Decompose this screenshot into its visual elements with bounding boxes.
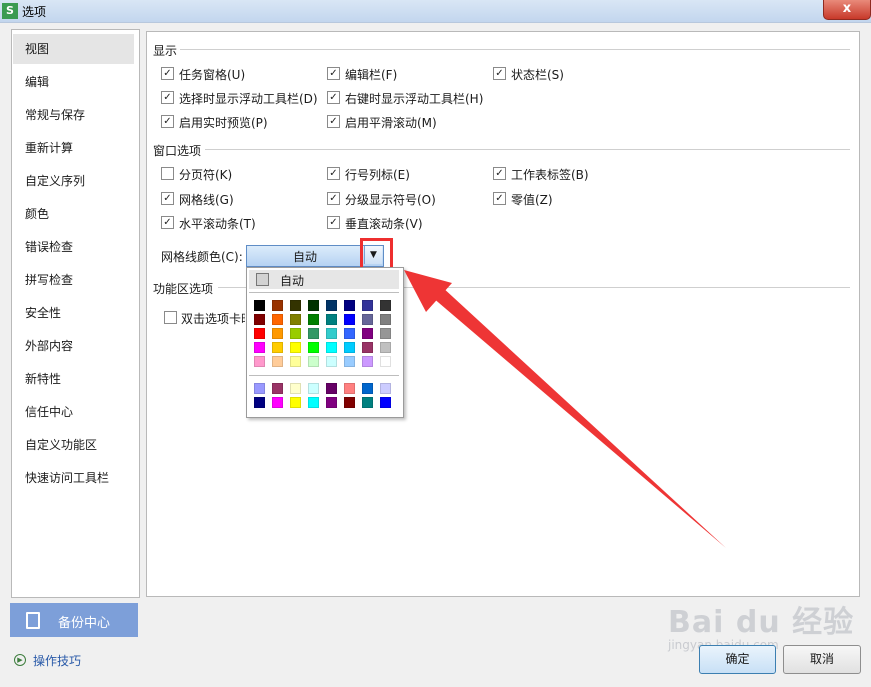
annotation-arrow	[404, 270, 726, 548]
annotation-arrow-shaft	[432, 286, 726, 548]
